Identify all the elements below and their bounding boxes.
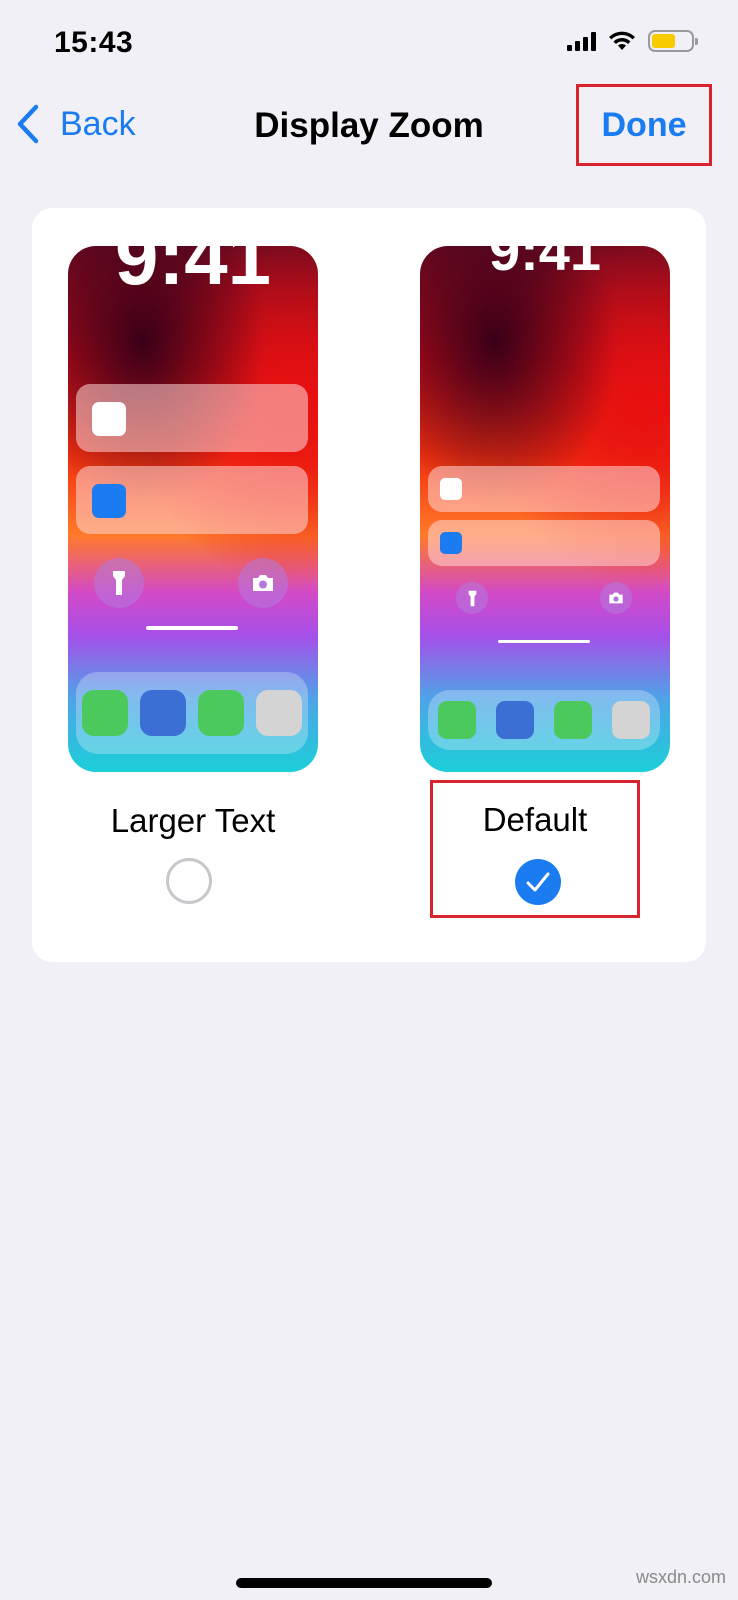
wifi-icon [609,31,635,50]
done-label: Done [601,105,687,144]
default-option-highlight: Default [430,780,640,918]
preview-clock: 9:41 [114,246,272,301]
camera-icon [238,558,288,608]
status-time: 15:43 [54,26,134,59]
preview-notification [76,466,308,534]
status-icons [567,30,698,52]
app-icon [612,701,650,739]
done-button[interactable]: Done [576,84,712,166]
app-icon [140,690,186,736]
flashlight-icon [456,582,488,614]
default-preview[interactable]: 9:41 [420,246,670,772]
default-label: Default [482,801,588,838]
zoom-options-card: 9:41 9:41 Larger Text Default [32,208,706,962]
cellular-signal-icon [567,31,596,51]
larger-text-label: Larger Text [110,802,276,839]
preview-clock: 9:41 [488,246,602,282]
app-icon [496,701,534,739]
flashlight-icon [94,558,144,608]
preview-notification [76,384,308,452]
preview-dock [76,672,308,754]
default-radio-checked[interactable] [515,859,561,905]
app-icon [256,690,302,736]
preview-notification [428,520,660,566]
battery-icon [648,30,698,52]
watermark: wsxdn.com [635,1567,726,1587]
app-icon [554,701,592,739]
preview-dock [428,690,660,750]
home-indicator[interactable] [236,1578,492,1588]
app-icon [438,701,476,739]
camera-icon [600,582,632,614]
checkmark-icon [526,872,550,892]
app-icon [82,690,128,736]
larger-text-radio[interactable] [166,858,212,904]
app-icon [198,690,244,736]
preview-notification [428,466,660,512]
larger-text-preview[interactable]: 9:41 [68,246,318,772]
